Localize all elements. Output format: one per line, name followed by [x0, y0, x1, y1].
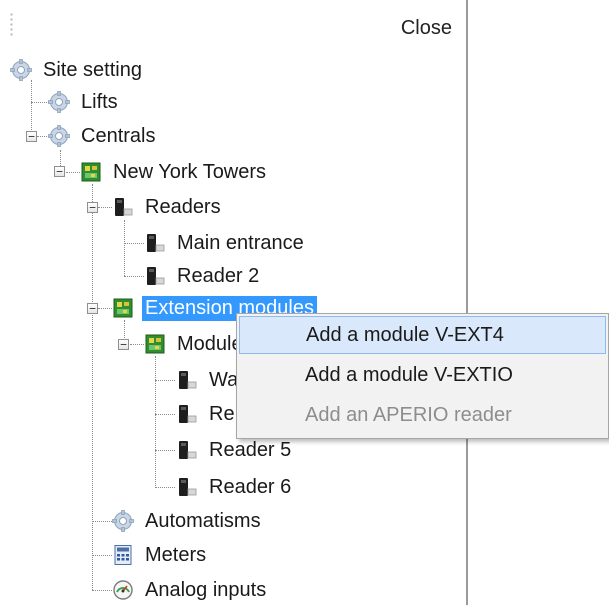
tree-node-label: Automatisms [145, 509, 261, 532]
gear-icon [48, 91, 70, 113]
tree-node-label: Meters [145, 543, 207, 566]
gear-icon [48, 125, 70, 147]
reader-icon [144, 265, 166, 287]
collapse-new-york-towers-toggle[interactable]: − [54, 166, 65, 177]
reader-icon [176, 403, 198, 425]
collapse-module-toggle[interactable]: − [118, 339, 129, 350]
tree-line [92, 590, 112, 591]
reader-icon [176, 439, 198, 461]
tree-line [155, 356, 156, 488]
collapse-centrals-toggle[interactable]: − [26, 131, 37, 142]
tree-node-label: Main entrance [177, 231, 304, 254]
tree-line [98, 308, 112, 309]
reader-icon [176, 476, 198, 498]
reader-icon [176, 369, 198, 391]
tree-node-label: Site setting [43, 58, 142, 81]
menu-item-add-module-v-ext4[interactable]: Add a module V-EXT4 [239, 316, 606, 354]
tree-node-label: Readers [145, 195, 221, 218]
tree-panel: Close − − − − − Site setting Lifts Centr… [0, 0, 468, 605]
tree-line [98, 207, 112, 208]
context-menu: Add a module V-EXT4 Add a module V-EXTIO… [236, 313, 609, 439]
tree-node-label: Module [177, 332, 243, 355]
tree-node-reader-2[interactable]: Reader 2 [144, 263, 262, 289]
tree-node-meters[interactable]: Meters [112, 542, 209, 568]
gauge-icon [112, 579, 134, 601]
tree-node-re[interactable]: Re [176, 401, 238, 427]
gear-icon [112, 510, 134, 532]
calculator-icon [112, 544, 134, 566]
site-tree: − − − − − Site setting Lifts Centrals Ne… [0, 0, 466, 605]
tree-line [31, 102, 49, 103]
tree-node-reader-5[interactable]: Reader 5 [176, 437, 294, 463]
tree-line [155, 450, 175, 451]
tree-line [155, 487, 175, 488]
tree-node-wa[interactable]: Wa [176, 367, 241, 393]
tree-node-analog-inputs[interactable]: Analog inputs [112, 577, 269, 603]
tree-line [124, 243, 144, 244]
tree-line [31, 80, 32, 136]
tree-line [130, 344, 144, 345]
tree-node-centrals[interactable]: Centrals [48, 123, 158, 149]
collapse-extension-modules-toggle[interactable]: − [87, 303, 98, 314]
tree-node-site-setting[interactable]: Site setting [10, 57, 145, 83]
tree-line [66, 172, 80, 173]
tree-node-label: New York Towers [113, 160, 267, 183]
tree-node-label: Lifts [81, 90, 118, 113]
menu-item-add-module-v-extio[interactable]: Add a module V-EXTIO [239, 356, 606, 394]
circuit-board-icon [80, 161, 102, 183]
tree-line [124, 220, 125, 276]
tree-node-automatisms[interactable]: Automatisms [112, 508, 264, 534]
tree-node-reader-6[interactable]: Reader 6 [176, 474, 294, 500]
tree-line [124, 276, 144, 277]
circuit-board-icon [112, 297, 134, 319]
menu-item-add-aperio-reader: Add an APERIO reader [305, 403, 512, 426]
tree-node-label: Reader 5 [209, 438, 292, 461]
tree-node-label: Reader 2 [177, 264, 260, 287]
gear-icon [10, 59, 32, 81]
tree-node-new-york-towers[interactable]: New York Towers [80, 159, 269, 185]
tree-line [155, 380, 175, 381]
reader-icon [144, 232, 166, 254]
collapse-readers-toggle[interactable]: − [87, 202, 98, 213]
tree-line [92, 521, 112, 522]
tree-node-main-entrance[interactable]: Main entrance [144, 230, 307, 256]
tree-node-label: Re [209, 402, 235, 425]
tree-line [155, 414, 175, 415]
tree-node-label: Centrals [81, 124, 156, 147]
tree-line [92, 555, 112, 556]
tree-line [92, 184, 93, 590]
reader-icon [112, 196, 134, 218]
tree-node-readers[interactable]: Readers [112, 194, 224, 220]
tree-node-module[interactable]: Module [144, 331, 246, 357]
tree-node-label: Analog inputs [145, 578, 267, 601]
circuit-board-icon [144, 333, 166, 355]
tree-node-lifts[interactable]: Lifts [48, 89, 121, 115]
tree-node-label: Reader 6 [209, 475, 292, 498]
